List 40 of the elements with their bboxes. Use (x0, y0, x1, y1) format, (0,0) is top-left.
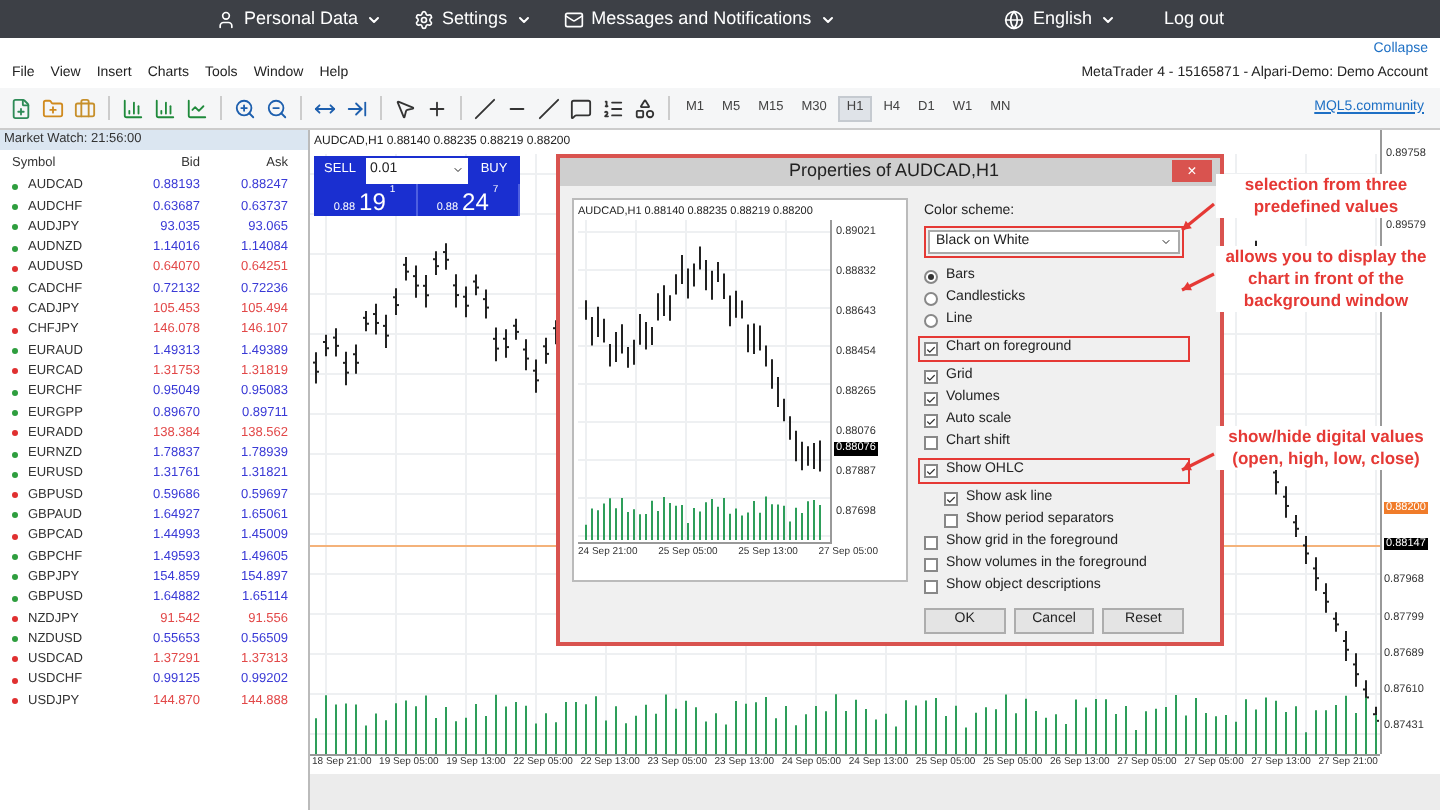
list-icon[interactable] (600, 95, 626, 121)
new-chart-icon[interactable] (8, 95, 34, 121)
checkbox[interactable] (924, 436, 938, 450)
checkbox[interactable] (924, 370, 938, 384)
zoom-out-icon[interactable] (264, 95, 290, 121)
dialog-title: Properties of AUDCAD,H1 (786, 158, 1002, 184)
radio-button[interactable] (924, 314, 938, 328)
settings-icon (414, 9, 435, 29)
user-icon (216, 9, 236, 29)
envelope-icon (563, 9, 584, 29)
arrow (1181, 272, 1215, 292)
top-menu-item[interactable]: English (988, 0, 1132, 38)
top-menu-item[interactable]: Settings (398, 0, 548, 38)
checkbox[interactable] (944, 514, 958, 528)
checkbox[interactable] (924, 580, 938, 594)
line-chart-icon[interactable] (184, 95, 210, 121)
top-menu-item[interactable]: Personal Data (200, 0, 399, 38)
radio-button[interactable] (924, 270, 938, 284)
cursor-icon[interactable] (392, 95, 418, 121)
top-menu-item[interactable]: Log out (1147, 0, 1240, 38)
trendline-icon[interactable] (536, 95, 562, 121)
radio-button[interactable] (924, 292, 938, 306)
bar-chart-icon[interactable] (120, 95, 146, 121)
caret-icon (1160, 236, 1172, 248)
checkbox[interactable] (924, 558, 938, 572)
globe-icon (1004, 9, 1025, 29)
checkbox[interactable] (924, 342, 938, 356)
folder-icon[interactable] (40, 95, 66, 121)
top-menu-item[interactable]: Messages and Notifications (547, 0, 852, 38)
caret-icon (452, 164, 464, 176)
checkbox[interactable] (944, 492, 958, 506)
checkbox[interactable] (924, 414, 938, 428)
zoom-in-icon[interactable] (232, 95, 258, 121)
text-label-icon[interactable] (568, 95, 594, 121)
shapes-icon[interactable] (632, 95, 658, 121)
close-button[interactable]: × (1172, 160, 1212, 183)
briefcase-icon[interactable] (72, 95, 98, 121)
checkbox[interactable] (924, 392, 938, 406)
checkbox[interactable] (924, 536, 938, 550)
checkbox[interactable] (924, 464, 938, 478)
